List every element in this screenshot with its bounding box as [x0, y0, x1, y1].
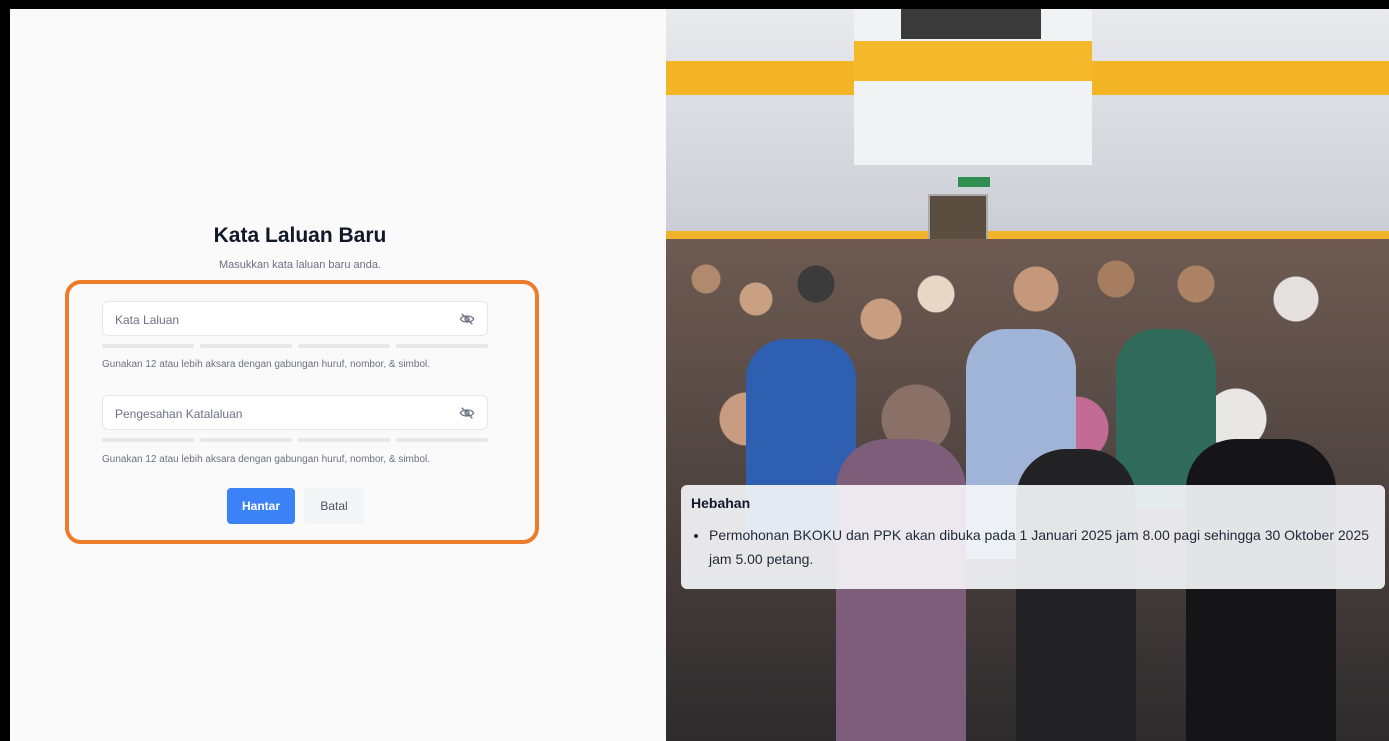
app-frame: Kata Laluan Baru Masukkan kata laluan ba… [0, 0, 1389, 741]
announcement-list: Permohonan BKOKU dan PPK akan dibuka pad… [691, 523, 1375, 571]
strength-segment [298, 438, 390, 442]
confirm-password-field [102, 395, 488, 431]
reset-password-panel: Kata Laluan Baru Masukkan kata laluan ba… [10, 9, 666, 741]
hero-photo: Hebahan Permohonan BKOKU dan PPK akan di… [666, 9, 1389, 741]
strength-segment [102, 438, 194, 442]
eye-off-icon[interactable] [459, 405, 475, 421]
strength-segment [396, 438, 488, 442]
strength-segment [102, 344, 194, 348]
photo-exit-sign [958, 177, 990, 187]
confirm-strength-meter [102, 438, 488, 442]
confirm-password-hint: Gunakan 12 atau lebih aksara dengan gabu… [102, 454, 431, 465]
strength-segment [200, 438, 292, 442]
photo-screen [901, 9, 1041, 39]
cancel-button[interactable]: Batal [304, 488, 364, 524]
password-field [102, 301, 488, 337]
photo-pillar-stripe [854, 41, 1092, 81]
announcement-item: Permohonan BKOKU dan PPK akan dibuka pad… [709, 523, 1375, 571]
password-strength-meter [102, 344, 488, 348]
strength-segment [298, 344, 390, 348]
announcement-card: Hebahan Permohonan BKOKU dan PPK akan di… [681, 485, 1385, 589]
announcement-heading: Hebahan [691, 495, 751, 511]
strength-segment [200, 344, 292, 348]
password-input[interactable] [113, 302, 447, 337]
password-hint: Gunakan 12 atau lebih aksara dengan gabu… [102, 359, 431, 370]
confirm-password-input[interactable] [113, 396, 447, 431]
strength-segment [396, 344, 488, 348]
eye-off-icon[interactable] [459, 311, 475, 327]
page-title: Kata Laluan Baru [213, 224, 387, 247]
submit-button[interactable]: Hantar [227, 488, 295, 524]
page-subtitle: Masukkan kata laluan baru anda. [218, 259, 382, 271]
